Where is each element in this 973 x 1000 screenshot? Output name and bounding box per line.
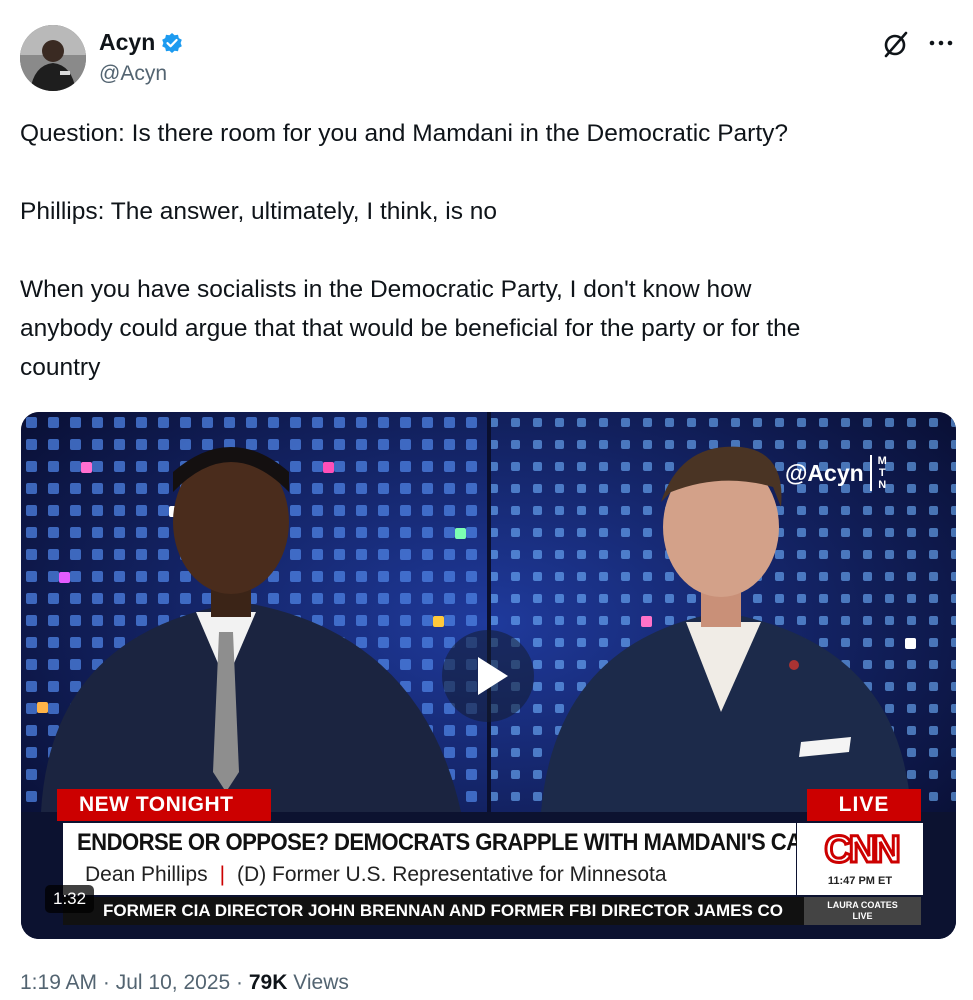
show-badge: LAURA COATES LIVE [804, 897, 921, 925]
meta-dot: · [236, 971, 244, 994]
show-badge-name: LAURA COATES [827, 900, 898, 910]
author-name[interactable]: Acyn [99, 29, 155, 56]
new-tonight-banner: NEW TONIGHT [57, 789, 271, 821]
tweet-meta: 1:19 AM · Jul 10, 2025 · 79K Views [20, 971, 349, 995]
guest-title: (D) Former U.S. Representative for Minne… [237, 863, 667, 886]
svg-text:CNN: CNN [824, 829, 898, 869]
news-ticker: FORMER CIA DIRECTOR JOHN BRENNAN AND FOR… [63, 897, 823, 925]
chyron-subline: Dean Phillips | (D) Former U.S. Representa… [85, 863, 667, 887]
watermark-tag: M T N [869, 455, 887, 491]
cnn-logo: CNN [823, 829, 903, 869]
grok-icon[interactable] [881, 29, 911, 59]
more-options-icon[interactable] [925, 28, 957, 58]
verified-badge-icon [162, 32, 183, 53]
watermark-tag-m: M [877, 455, 887, 467]
play-icon [478, 657, 508, 695]
author-handle[interactable]: @Acyn [99, 62, 167, 86]
play-button[interactable] [442, 630, 534, 722]
watermark-tag-n: N [878, 479, 887, 491]
views-count: 79K [248, 971, 288, 994]
show-badge-live: LIVE [852, 911, 873, 921]
chyron-headline: ENDORSE OR OPPOSE? DEMOCRATS GRAPPLE WIT… [77, 829, 899, 856]
video-duration: 1:32 [45, 885, 95, 913]
views-label: Views [293, 971, 349, 994]
broadcast-time: 11:47 PM ET [827, 875, 893, 887]
network-box: CNN 11:47 PM ET [797, 823, 923, 895]
chyron: ENDORSE OR OPPOSE? DEMOCRATS GRAPPLE WIT… [63, 823, 899, 895]
chyron-separator: | [219, 863, 226, 886]
guest-name: Dean Phillips [85, 863, 208, 886]
post-date[interactable]: Jul 10, 2025 [116, 971, 230, 994]
video-watermark: @Acyn M T N [785, 455, 887, 491]
watermark-handle: @Acyn [785, 459, 864, 486]
meta-dot: · [102, 971, 110, 994]
author-row: Acyn [99, 29, 183, 56]
avatar[interactable] [20, 25, 86, 91]
tweet-text: Question: Is there room for you and Mamd… [20, 120, 801, 381]
post-time[interactable]: 1:19 AM [20, 971, 97, 994]
live-banner: LIVE [807, 789, 921, 821]
watermark-tag-t: T [878, 467, 886, 479]
